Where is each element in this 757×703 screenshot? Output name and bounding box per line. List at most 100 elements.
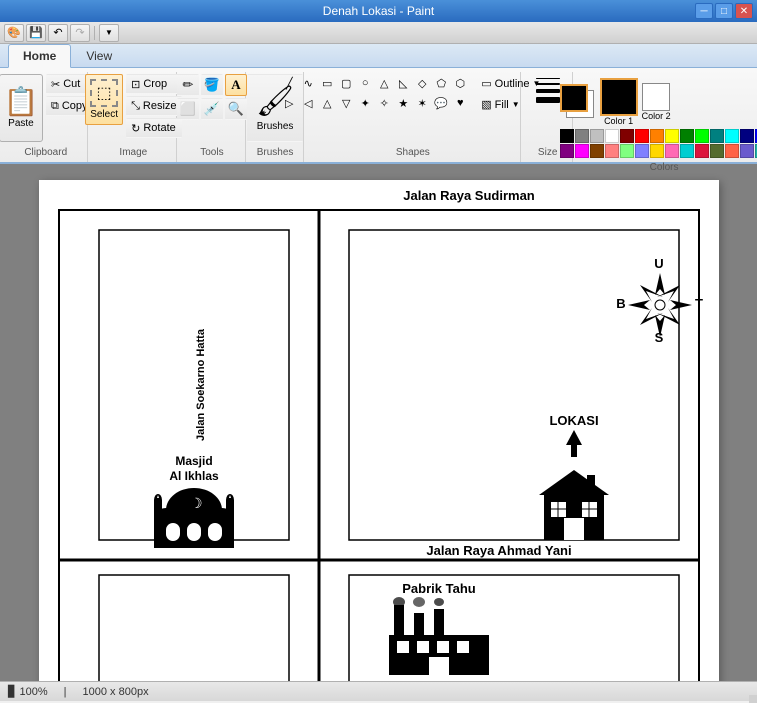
colors-label: Colors	[650, 162, 679, 175]
color-cell-21[interactable]	[665, 144, 679, 158]
color-cell-16[interactable]	[590, 144, 604, 158]
svg-text:U: U	[654, 256, 663, 271]
color-cell-4[interactable]	[620, 129, 634, 143]
color-cell-0[interactable]	[560, 129, 574, 143]
right-arrow-shape[interactable]: ▷	[280, 94, 298, 112]
crop-label: Crop	[143, 78, 167, 90]
resize-button[interactable]: ⤡ Resize	[126, 96, 181, 116]
maximize-button[interactable]: □	[715, 3, 733, 19]
color-cell-14[interactable]	[560, 144, 574, 158]
quick-access-toolbar: 🎨 💾 ↶ ↷ ▼	[0, 22, 757, 44]
pentagon-shape[interactable]: ⬠	[432, 74, 450, 92]
color-cell-25[interactable]	[725, 144, 739, 158]
paint-canvas[interactable]: Jalan Raya Sudirman Jalan Raya Ahmad Yan…	[39, 180, 719, 681]
color-cell-1[interactable]	[575, 129, 589, 143]
svg-text:☽: ☽	[190, 495, 203, 511]
redo-button[interactable]: ↷	[70, 24, 90, 42]
tools-label: Tools	[200, 147, 223, 160]
color-cell-24[interactable]	[710, 144, 724, 158]
text-button[interactable]: A	[225, 74, 247, 96]
select-button[interactable]: ⬚ Select	[85, 74, 123, 125]
curve-shape[interactable]: ∿	[299, 74, 317, 92]
magnifier-button[interactable]: 🔍	[225, 98, 247, 120]
color-cell-3[interactable]	[605, 129, 619, 143]
svg-text:Jalan Soekarno Hatta: Jalan Soekarno Hatta	[195, 328, 207, 441]
close-button[interactable]: ✕	[735, 3, 753, 19]
right-triangle-shape[interactable]: ◺	[394, 74, 412, 92]
hexagon-shape[interactable]: ⬡	[451, 74, 469, 92]
paste-button[interactable]: 📋 Paste	[0, 74, 43, 142]
color-cell-8[interactable]	[680, 129, 694, 143]
line-shape[interactable]: ╱	[280, 74, 298, 92]
color-cell-17[interactable]	[605, 144, 619, 158]
paint-menu-button[interactable]: 🎨	[4, 24, 24, 42]
clipboard-content: 📋 Paste ✂ Cut ⧉ Copy	[0, 74, 93, 147]
rotate-icon: ↻	[131, 122, 140, 135]
color-cell-23[interactable]	[695, 144, 709, 158]
color1-box[interactable]	[560, 84, 588, 112]
crop-button[interactable]: ⊡ Crop	[126, 74, 181, 94]
rect-shape[interactable]: ▭	[318, 74, 336, 92]
resize-label: Resize	[143, 100, 177, 112]
colors-content: Color 1 Color 2	[556, 74, 757, 162]
status-separator: |	[64, 686, 67, 698]
down-arrow-button[interactable]: ▼	[99, 24, 119, 42]
color1-container: Color 1	[600, 78, 638, 126]
color-cell-11[interactable]	[725, 129, 739, 143]
window-controls: ─ □ ✕	[695, 3, 753, 19]
svg-text:Jalan Raya Sudirman: Jalan Raya Sudirman	[403, 188, 535, 203]
callout-shape[interactable]: 💬	[432, 94, 450, 112]
color-cell-20[interactable]	[650, 144, 664, 158]
diamond-shape[interactable]: ◇	[413, 74, 431, 92]
left-arrow-shape[interactable]: ◁	[299, 94, 317, 112]
rounded-rect-shape[interactable]: ▢	[337, 74, 355, 92]
brushes-group-label: Brushes	[257, 147, 294, 160]
star4-shape[interactable]: ✧	[375, 94, 393, 112]
heart-shape[interactable]: ♥	[451, 94, 469, 112]
rotate-button[interactable]: ↻ Rotate	[126, 118, 181, 138]
color-cell-10[interactable]	[710, 129, 724, 143]
down-arrow-shape[interactable]: ▽	[337, 94, 355, 112]
star6-shape[interactable]: ✶	[413, 94, 431, 112]
color-cell-18[interactable]	[620, 144, 634, 158]
color-cell-15[interactable]	[575, 144, 589, 158]
tools-group: ✏ 🪣 A ⬜ 💉 🔍 Tools	[179, 72, 245, 162]
color-cell-6[interactable]	[650, 129, 664, 143]
color2-swatch[interactable]	[642, 83, 670, 111]
color2-label: Color 2	[642, 111, 671, 121]
color1-swatch[interactable]	[600, 78, 638, 116]
svg-text:Masjid: Masjid	[175, 454, 212, 468]
color-cell-2[interactable]	[590, 129, 604, 143]
cut-label: Cut	[63, 78, 80, 90]
svg-text:LOKASI: LOKASI	[549, 413, 598, 428]
shapes-group: ╱ ∿ ▭ ▢ ○ △ ◺ ◇ ⬠ ⬡ ▷ ◁ △ ▽ ✦ ✧	[306, 72, 522, 162]
color-boxes-row: Color 1 Color 2	[560, 78, 757, 126]
color-cell-22[interactable]	[680, 144, 694, 158]
minimize-button[interactable]: ─	[695, 3, 713, 19]
star5-shape[interactable]: ★	[394, 94, 412, 112]
pencil-button[interactable]: ✏	[177, 74, 199, 96]
color-picker-button[interactable]: 💉	[201, 98, 223, 120]
tools-row-2: ⬜ 💉 🔍	[177, 98, 247, 120]
resize-icon: ⤡	[131, 100, 140, 113]
color-cell-9[interactable]	[695, 129, 709, 143]
four-arrow-shape[interactable]: ✦	[356, 94, 374, 112]
color-cell-12[interactable]	[740, 129, 754, 143]
color-cell-26[interactable]	[740, 144, 754, 158]
color-cell-19[interactable]	[635, 144, 649, 158]
tab-home[interactable]: Home	[8, 44, 71, 68]
fill-button[interactable]: 🪣	[201, 74, 223, 96]
tab-view[interactable]: View	[71, 44, 127, 67]
triangle-shape[interactable]: △	[375, 74, 393, 92]
ribbon-tab-bar: Home View	[0, 44, 757, 68]
eraser-button[interactable]: ⬜	[177, 98, 199, 120]
color-cell-5[interactable]	[635, 129, 649, 143]
crop-icon: ⊡	[131, 78, 140, 91]
ellipse-shape[interactable]: ○	[356, 74, 374, 92]
undo-button[interactable]: ↶	[48, 24, 68, 42]
up-arrow-shape[interactable]: △	[318, 94, 336, 112]
svg-text:Al Ikhlas: Al Ikhlas	[169, 469, 219, 483]
title-bar: Denah Lokasi - Paint ─ □ ✕	[0, 0, 757, 22]
color-cell-7[interactable]	[665, 129, 679, 143]
save-button[interactable]: 💾	[26, 24, 46, 42]
